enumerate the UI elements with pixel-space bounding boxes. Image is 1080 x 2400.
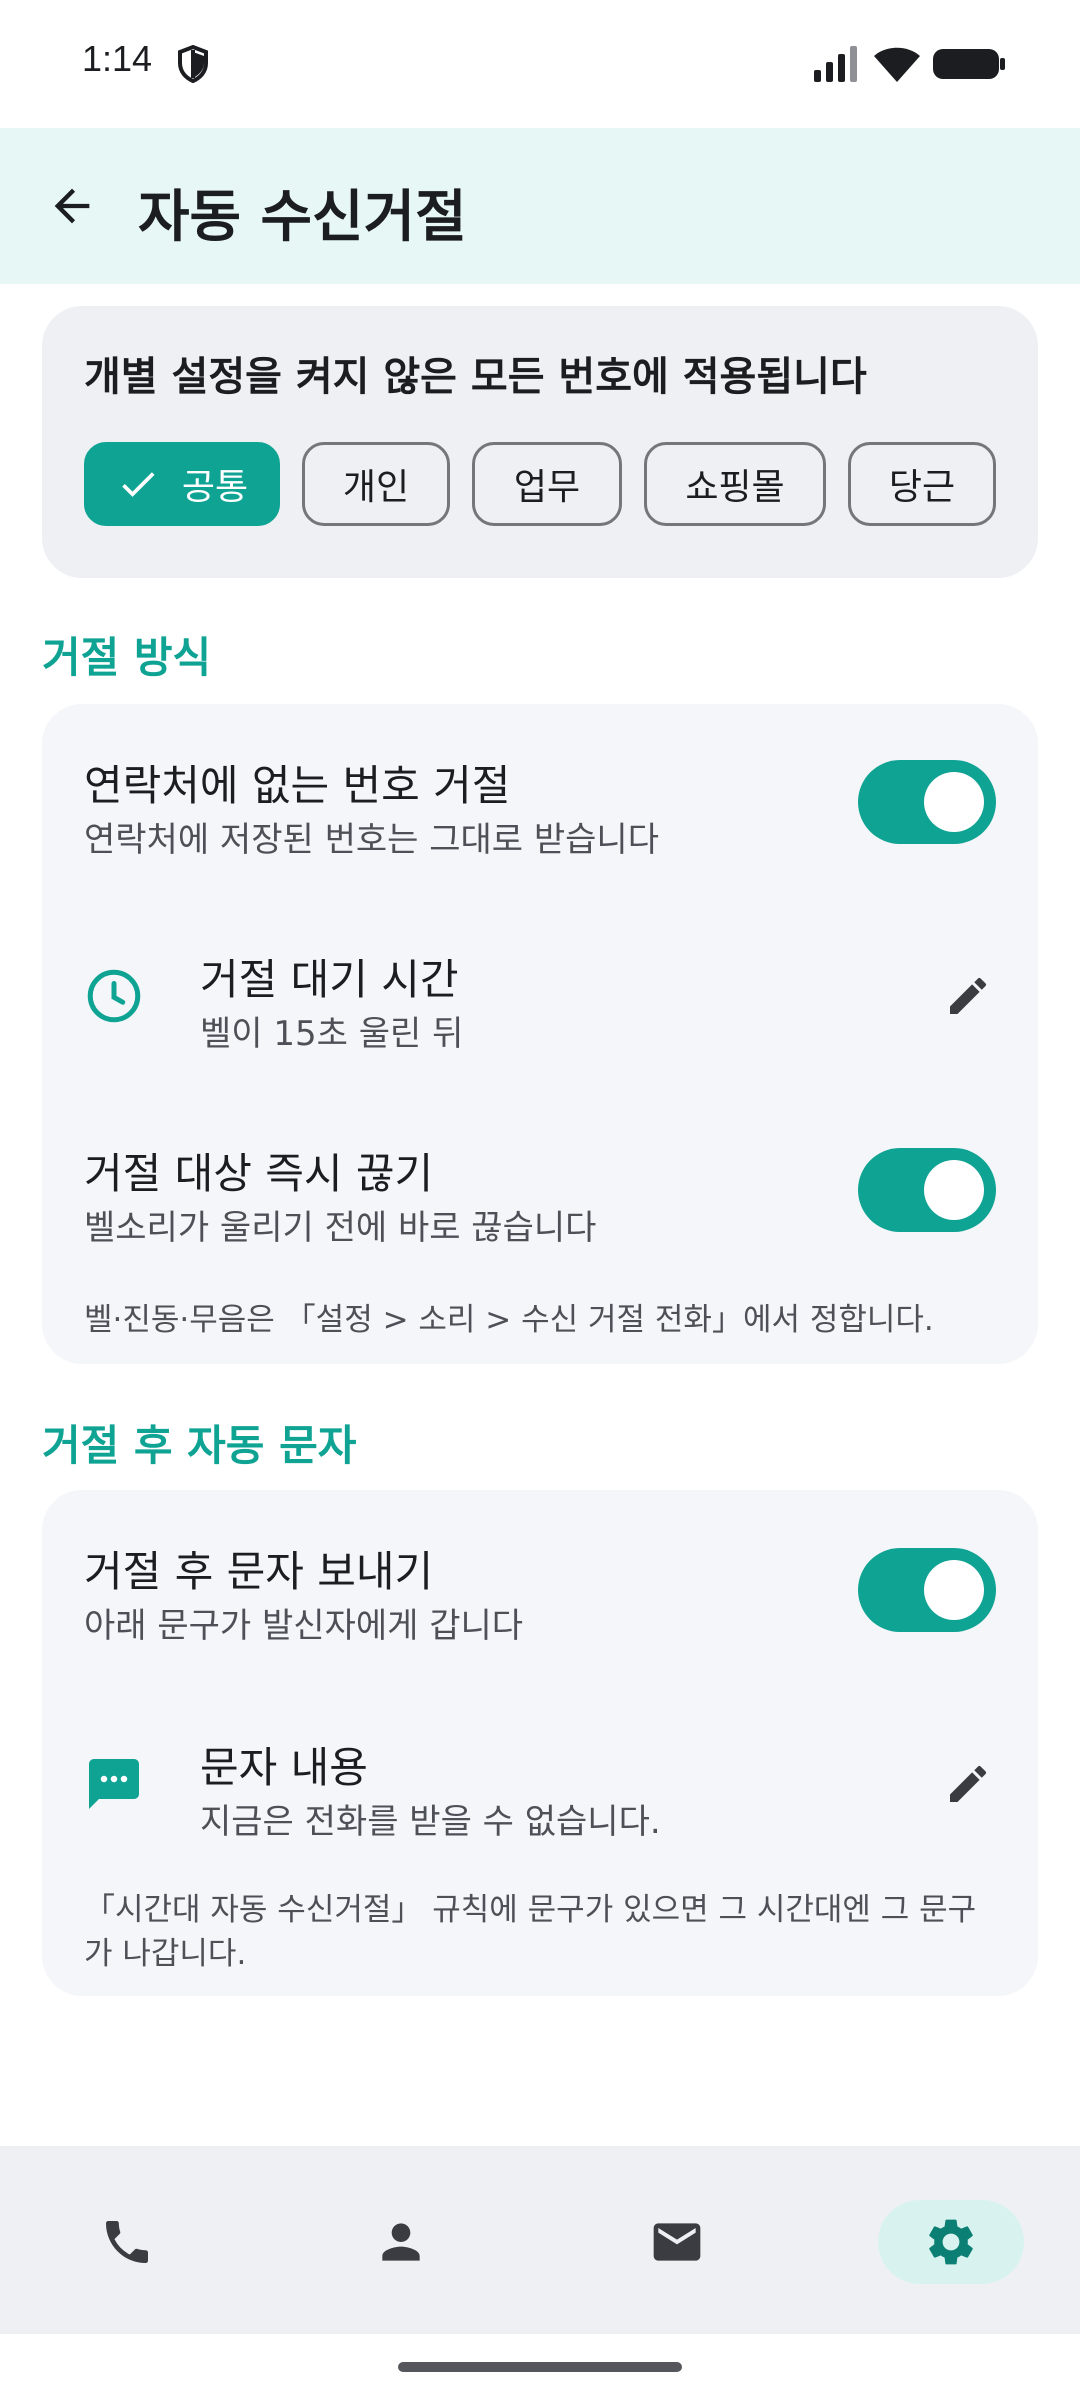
row-subtitle: 아래 문구가 발신자에게 갑니다: [84, 1606, 524, 1646]
nav-item-contacts[interactable]: [328, 2200, 474, 2284]
row-subtitle: 지금은 전화를 받을 수 없습니다.: [200, 1802, 661, 1842]
chip-label: 개인: [342, 467, 410, 508]
scope-card: 개별 설정을 켜지 않은 모든 번호에 적용됩니다 공통 개인 업무 쇼핑몰 당…: [42, 306, 1038, 578]
mail-icon: [653, 2223, 701, 2261]
reject-method-note: 벨·진동·무음은 「설정 > 소리 > 수신 거절 전화」에서 정합니다.: [84, 1302, 934, 1338]
clock-icon: [87, 969, 141, 1023]
toggle-knob: [924, 1160, 984, 1220]
message-icon: [89, 1759, 139, 1809]
unknown-numbers-toggle[interactable]: [858, 760, 996, 844]
row-title: 문자 내용: [200, 1743, 368, 1792]
auto-message-note: 「시간대 자동 수신거절」 규칙에 문구가 있으면 그 시간대엔 그 문구가 나…: [84, 1892, 977, 1972]
check-icon: [122, 472, 155, 497]
person-icon: [382, 2223, 420, 2261]
nav-item-calls[interactable]: [54, 2200, 200, 2284]
gesture-bar[interactable]: [398, 2362, 682, 2372]
row-title: 거절 후 문자 보내기: [84, 1547, 434, 1596]
chip-label: 공통: [181, 467, 249, 508]
section-title-reject-method: 거절 방식: [42, 633, 212, 682]
row-title: 거절 대기 시간: [200, 955, 459, 1004]
app-bar: 자동 수신거절: [0, 128, 1080, 284]
toggle-knob: [924, 1560, 984, 1620]
chip-label: 업무: [513, 467, 581, 508]
edit-icon[interactable]: [944, 972, 992, 1020]
row-subtitle: 연락처에 저장된 번호는 그대로 받습니다: [84, 820, 659, 860]
shield-icon: [178, 44, 208, 84]
signal-icon: [814, 46, 857, 82]
row-title: 거절 대상 즉시 끊기: [84, 1149, 434, 1198]
back-button[interactable]: [40, 174, 104, 238]
section-title-auto-message: 거절 후 자동 문자: [42, 1421, 357, 1470]
status-time: 1:14: [82, 38, 153, 79]
row-title: 연락처에 없는 번호 거절: [84, 761, 511, 810]
chip-shopping[interactable]: 쇼핑몰: [644, 442, 826, 526]
reject-method-card: 연락처에 없는 번호 거절 연락처에 저장된 번호는 그대로 받습니다 거절 대…: [42, 704, 1038, 1364]
chip-label: 쇼핑몰: [685, 467, 785, 508]
chip-label: 당근: [888, 467, 956, 508]
row-subtitle: 벨이 15초 울린 뒤: [200, 1014, 464, 1054]
battery-icon: [933, 49, 1005, 79]
auto-message-card: 거절 후 문자 보내기 아래 문구가 발신자에게 갑니다 문자 내용 지금은 전…: [42, 1490, 1038, 1996]
status-bar: 1:14: [0, 0, 1080, 128]
chip-work[interactable]: 업무: [472, 442, 622, 526]
wifi-icon: [874, 47, 920, 82]
nav-item-settings[interactable]: [878, 2200, 1024, 2284]
hang-up-now-toggle[interactable]: [858, 1148, 996, 1232]
phone-icon: [106, 2221, 148, 2263]
chip-daangn[interactable]: 당근: [848, 442, 996, 526]
back-arrow-icon: [54, 188, 90, 224]
nav-item-messages[interactable]: [604, 2200, 750, 2284]
page-title: 자동 수신거절: [138, 185, 467, 250]
toggle-knob: [924, 772, 984, 832]
chip-personal[interactable]: 개인: [302, 442, 450, 526]
send-message-toggle[interactable]: [858, 1548, 996, 1632]
scope-description: 개별 설정을 켜지 않은 모든 번호에 적용됩니다: [84, 354, 867, 400]
gear-icon: [929, 2219, 973, 2265]
chip-common[interactable]: 공통: [84, 442, 280, 526]
bottom-navigation: [0, 2146, 1080, 2334]
edit-icon[interactable]: [944, 1760, 992, 1808]
row-subtitle: 벨소리가 울리기 전에 바로 끊습니다: [84, 1208, 597, 1248]
